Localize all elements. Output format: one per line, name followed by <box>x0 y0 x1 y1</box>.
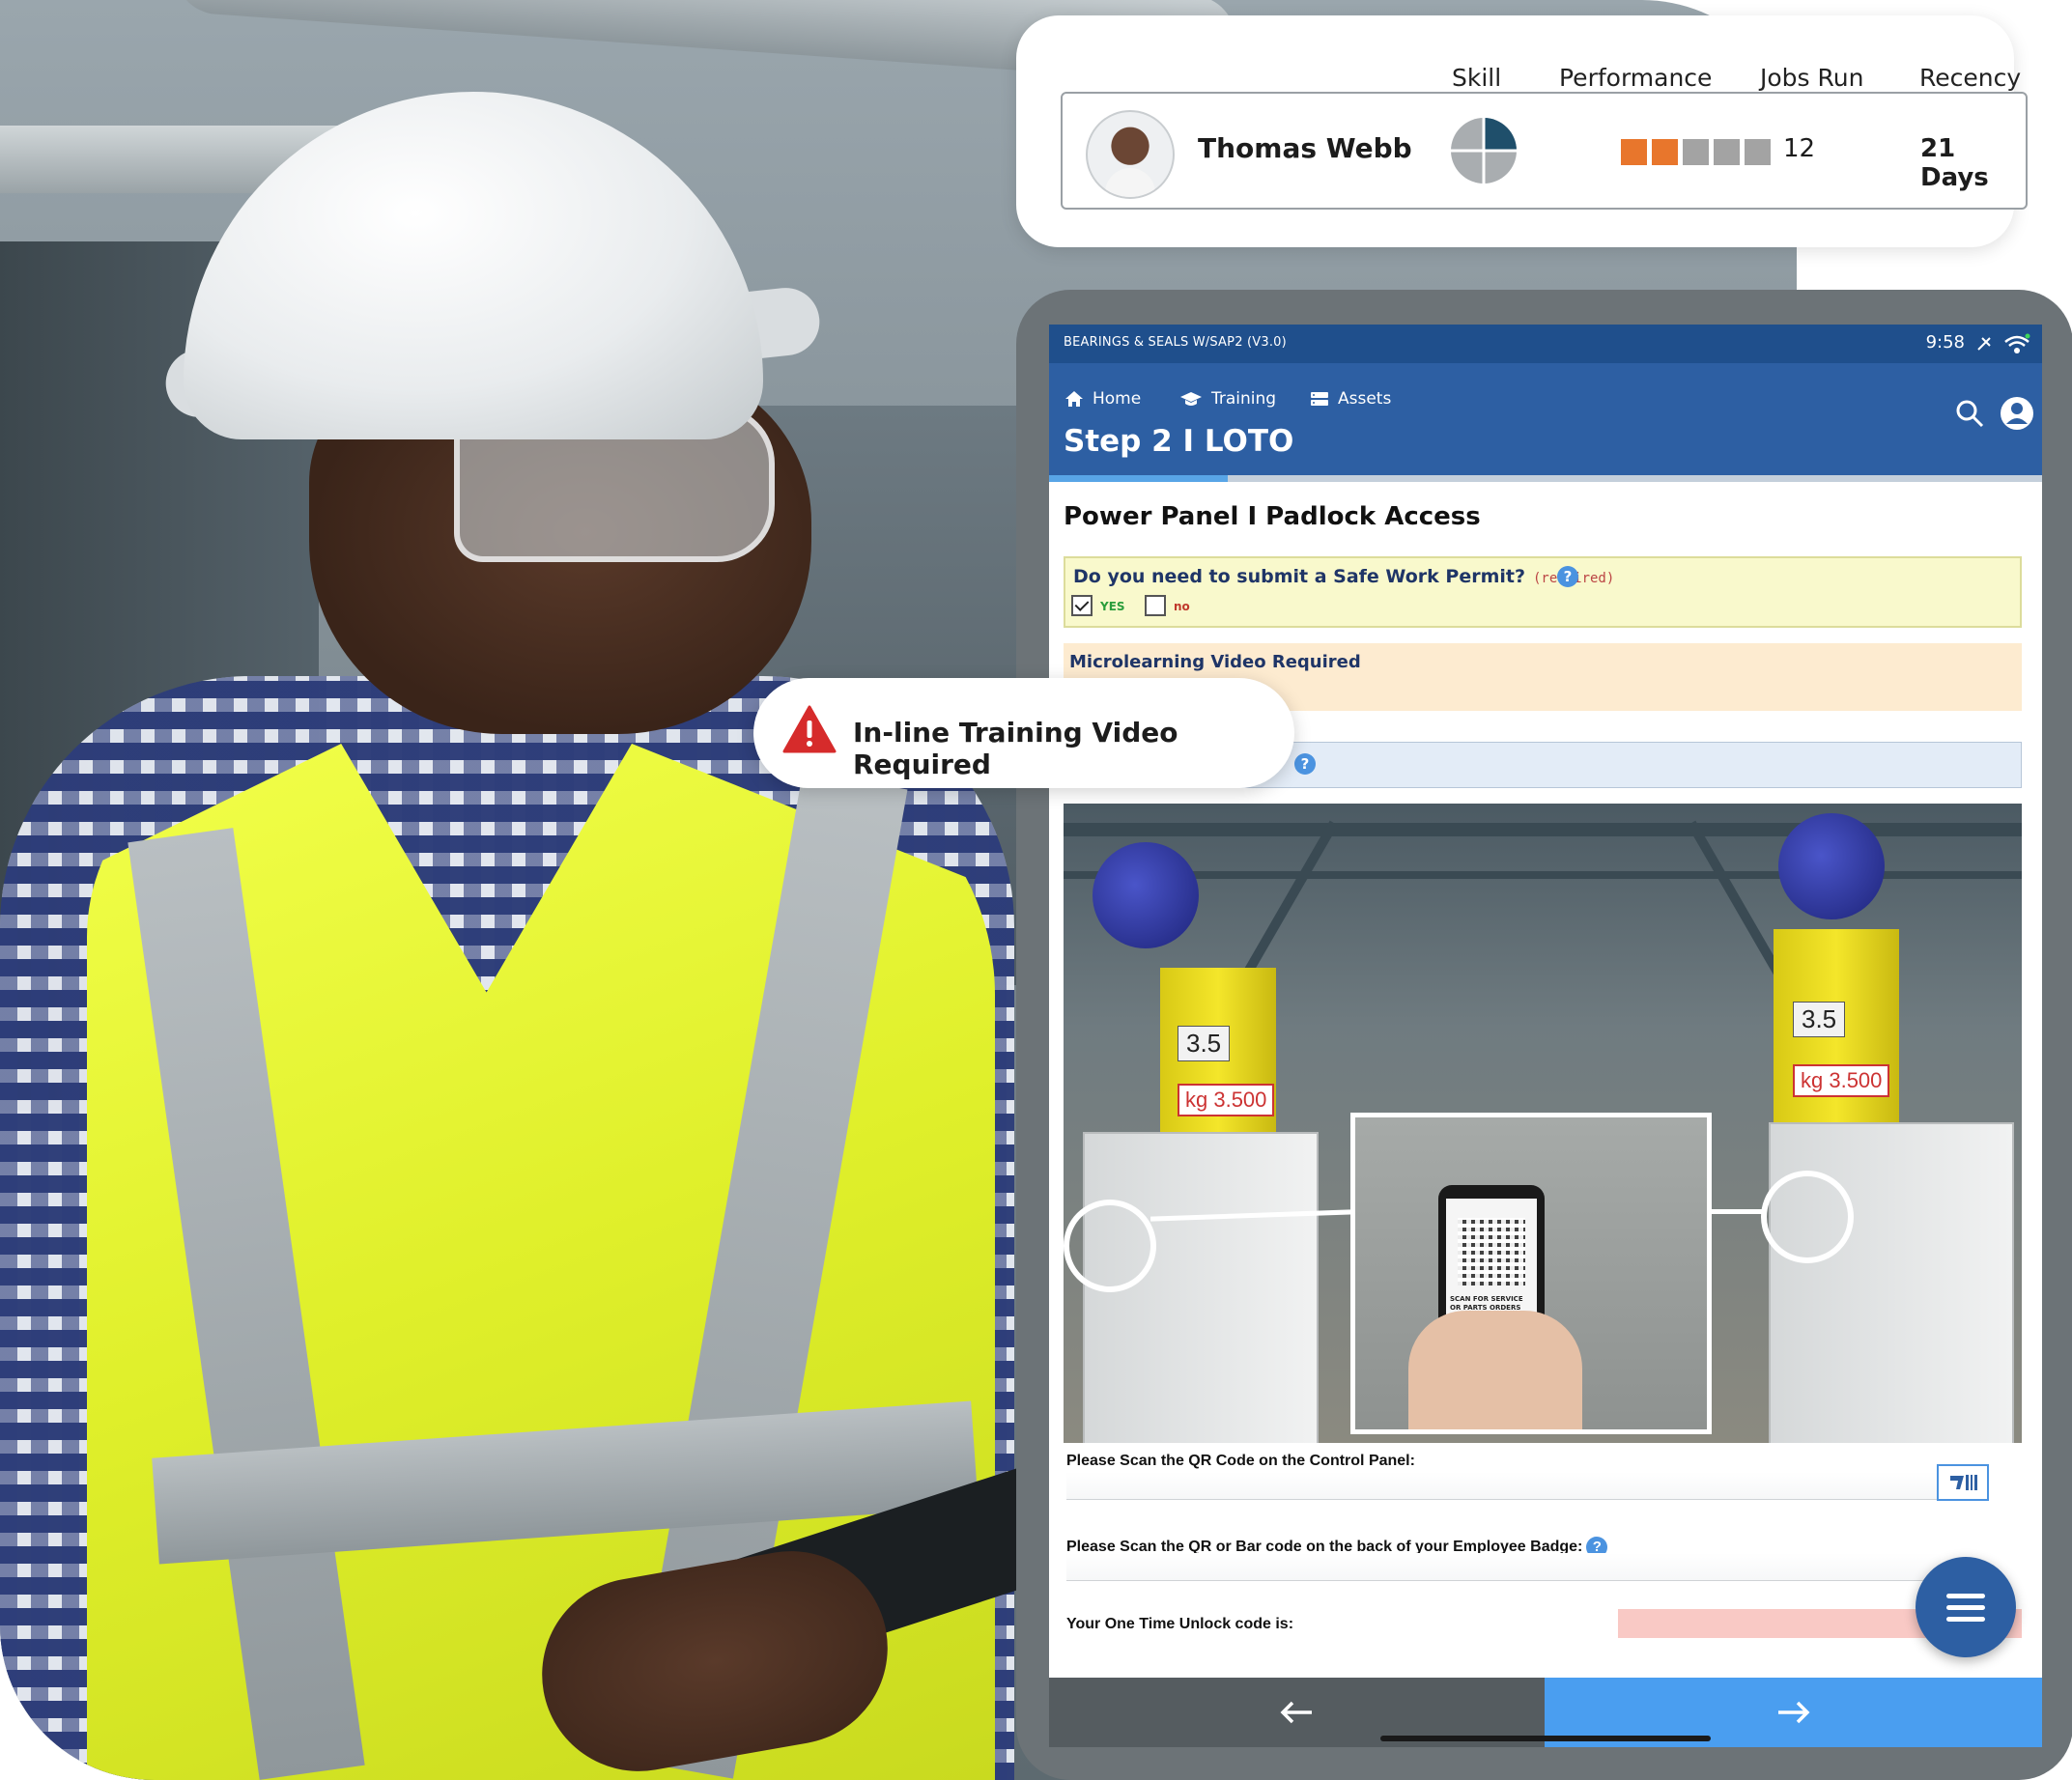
unlock-code-label: Your One Time Unlock code is: <box>1066 1616 1294 1632</box>
app-header: Home Training Assets Step 2 I LOTO <box>1049 363 2042 475</box>
permit-question: Do you need to submit a Safe Work Permit… <box>1064 556 2022 628</box>
nav-assets-label: Assets <box>1338 389 1392 409</box>
home-icon <box>1065 391 1083 407</box>
barcode-scan-icon <box>1950 1475 1977 1490</box>
performance-square-empty <box>1683 139 1709 165</box>
column-header-skill: Skill <box>1452 64 1502 92</box>
qr-scan-button[interactable] <box>1937 1464 1989 1501</box>
performance-bar <box>1621 139 1771 165</box>
training-callout: In-line Training Video Required <box>753 678 1294 788</box>
arrow-left-icon <box>1280 1701 1312 1724</box>
microlearning-label: Microlearning Video Required <box>1069 652 1361 672</box>
roof-beam <box>1064 823 2022 836</box>
graduation-cap-icon <box>1180 392 1202 406</box>
capacity-sign: 3.5 <box>1793 1002 1846 1037</box>
recency-value: 21 Days <box>1920 134 1989 192</box>
jobs-run-value: 12 <box>1783 134 1816 163</box>
column-header-recency: Recency <box>1919 64 2022 92</box>
column-header-jobs-run: Jobs Run <box>1760 64 1864 92</box>
tablet-screen: BEARINGS & SEALS W/SAP2 (V3.0) 9:58 Home… <box>1049 325 2042 1747</box>
avatar <box>1086 110 1175 199</box>
motor-icon <box>1778 813 1885 919</box>
nav-training-label: Training <box>1211 389 1277 409</box>
tablet-device: BEARINGS & SEALS W/SAP2 (V3.0) 9:58 Home… <box>1016 290 2072 1780</box>
worker-row[interactable]: Thomas Webb 12 21 Days <box>1061 92 2028 210</box>
worker-name: Thomas Webb <box>1198 132 1412 164</box>
wifi-icon <box>1977 333 2030 353</box>
qr-highlight-circle <box>1761 1171 1854 1263</box>
menu-icon <box>1946 1617 1985 1622</box>
step-progress-fill <box>1049 475 1229 482</box>
scan-control-panel-input[interactable] <box>1066 1472 1941 1500</box>
section-title: Power Panel I Padlock Access <box>1064 502 1481 531</box>
capacity-sign: 3.5 <box>1178 1026 1231 1061</box>
connector-line <box>1709 1209 1767 1214</box>
worker-figure <box>0 0 1110 1780</box>
motor-icon <box>1093 842 1199 948</box>
menu-icon <box>1946 1594 1985 1598</box>
performance-square-empty <box>1745 139 1771 165</box>
weight-label: kg 3.500 <box>1793 1064 1890 1097</box>
hard-hat <box>184 92 763 439</box>
hand <box>1408 1311 1582 1429</box>
server-icon <box>1311 392 1328 406</box>
help-icon[interactable]: ? <box>1294 753 1316 775</box>
scan-badge-input[interactable] <box>1066 1553 1941 1581</box>
permit-question-text: Do you need to submit a Safe Work Permit… <box>1073 566 1614 587</box>
scan-control-panel-label: Please Scan the QR Code on the Control P… <box>1066 1453 1415 1469</box>
warning-icon <box>782 705 837 753</box>
control-panel-photo: 3.5 kg 3.500 3.5 kg 3.500 SCAN FOR SERVI… <box>1064 804 2022 1443</box>
weight-label: kg 3.500 <box>1178 1084 1275 1116</box>
performance-square-filled <box>1621 139 1647 165</box>
performance-square-filled <box>1652 139 1678 165</box>
step-progress <box>1049 475 2042 482</box>
account-icon[interactable] <box>2000 396 2034 431</box>
page-title: Step 2 I LOTO <box>1064 424 1294 459</box>
nav-home[interactable]: Home <box>1064 389 1141 409</box>
performance-square-empty <box>1714 139 1740 165</box>
nav-home-label: Home <box>1093 389 1142 409</box>
menu-button[interactable] <box>1916 1557 2016 1657</box>
app-title: BEARINGS & SEALS W/SAP2 (V3.0) <box>1064 335 1287 350</box>
nav-training[interactable]: Training <box>1179 389 1276 409</box>
yes-label: YES <box>1100 600 1125 613</box>
capacity-value: 3.5 <box>1186 1029 1222 1058</box>
status-bar: BEARINGS & SEALS W/SAP2 (V3.0) 9:58 <box>1049 325 2042 363</box>
no-checkbox[interactable] <box>1145 595 1166 616</box>
clock: 9:58 <box>1925 332 1965 353</box>
yes-checkbox[interactable] <box>1071 595 1093 616</box>
capacity-value: 3.5 <box>1802 1004 1837 1033</box>
no-label: no <box>1174 600 1190 613</box>
quarter-pie-icon <box>1451 118 1517 184</box>
qr-highlight-circle <box>1064 1200 1156 1292</box>
help-icon[interactable]: ? <box>1557 566 1578 587</box>
qr-scan-inset: SCAN FOR SERVICE OR PARTS ORDERS <box>1350 1113 1712 1434</box>
worker-card: Skill Performance Jobs Run Recency Thoma… <box>1016 15 2028 247</box>
arrow-right-icon <box>1778 1701 1810 1724</box>
qr-code-pattern <box>1458 1218 1525 1286</box>
callout-text: In-line Training Video Required <box>853 717 1178 780</box>
nav-assets[interactable]: Assets <box>1310 389 1391 409</box>
column-header-performance: Performance <box>1559 64 1713 92</box>
menu-icon <box>1946 1605 1985 1610</box>
search-icon[interactable] <box>1955 399 1984 428</box>
permit-question-label: Do you need to submit a Safe Work Permit… <box>1073 566 1525 587</box>
home-indicator <box>1380 1736 1711 1741</box>
